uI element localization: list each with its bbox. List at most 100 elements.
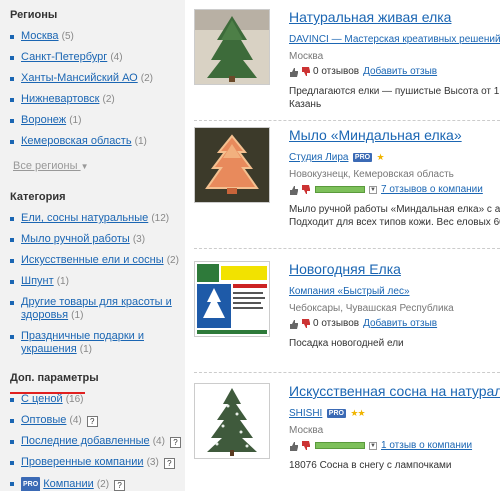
star-icon: ★★ xyxy=(350,408,365,418)
category-title: Категория xyxy=(10,191,66,203)
thumbs-down-icon[interactable] xyxy=(301,440,311,451)
listing-card: Натуральная живая елка DAVINCI — Мастерс… xyxy=(194,9,500,119)
thumbs-down-icon[interactable] xyxy=(301,66,311,77)
param-count: (3) xyxy=(146,457,159,468)
region-link[interactable]: Кемеровская область xyxy=(21,135,132,147)
region-item[interactable]: Нижневартовск (2) xyxy=(10,93,185,106)
thumbs-down-icon[interactable] xyxy=(301,184,311,195)
bullet-icon xyxy=(10,335,14,339)
param-item[interactable]: С ценой (16) xyxy=(10,393,185,406)
listing-title[interactable]: Натуральная живая елка xyxy=(289,9,500,26)
category-link[interactable]: Ели, сосны натуральные xyxy=(21,212,148,224)
star-icon: ★ xyxy=(376,152,385,162)
region-item[interactable]: Москва (5) xyxy=(10,30,185,43)
listing-thumbnail[interactable] xyxy=(194,383,270,459)
chevron-down-icon[interactable]: ▼ xyxy=(369,185,377,194)
region-item[interactable]: Санкт-Петербург (4) xyxy=(10,51,185,64)
region-link[interactable]: Воронеж xyxy=(21,114,66,126)
category-link[interactable]: Искусственные ели и сосны xyxy=(21,254,164,266)
params-list: С ценой (16) Оптовые (4) ? Последние доб… xyxy=(10,393,185,491)
description-line: Подходит для всех типов кожи. Вес еловых… xyxy=(289,217,500,228)
listing-title[interactable]: Мыло «Миндальная елка» xyxy=(289,127,500,144)
help-icon[interactable]: ? xyxy=(170,437,181,448)
category-item[interactable]: Ели, сосны натуральные (12) xyxy=(10,212,185,225)
param-link[interactable]: Компании xyxy=(43,478,94,490)
regions-title: Регионы xyxy=(10,9,58,21)
param-item[interactable]: PRO Компании (2) ? xyxy=(10,477,185,491)
company-link[interactable]: SHISHI xyxy=(289,408,322,419)
category-count: (1) xyxy=(56,276,69,287)
help-icon[interactable]: ? xyxy=(163,458,175,469)
region-item[interactable]: Воронеж (1) xyxy=(10,114,185,127)
category-item[interactable]: Шпунт (1) xyxy=(10,275,185,288)
reviews-link[interactable]: 7 отзывов о компании xyxy=(381,184,483,195)
chevron-down-icon[interactable]: ▼ xyxy=(369,441,377,450)
add-review-link[interactable]: Добавить отзыв xyxy=(363,318,437,329)
description-line: Посадка новогодней ели xyxy=(289,338,404,349)
listing-card: Новогодняя Елка Компания «Быстрый лес» Ч… xyxy=(194,261,500,366)
listing-description: Мыло ручной работы «Миндальная елка» с а… xyxy=(289,203,500,229)
listing-info: Натуральная живая елка DAVINCI — Мастерс… xyxy=(289,9,500,111)
param-link[interactable]: С ценой xyxy=(21,393,63,405)
region-link[interactable]: Ханты-Мансийский АО xyxy=(21,72,138,84)
listing-thumbnail[interactable] xyxy=(194,261,270,337)
category-count: (1) xyxy=(79,344,92,355)
thumbs-up-icon[interactable] xyxy=(289,67,299,77)
category-item[interactable]: Искусственные ели и сосны (2) xyxy=(10,254,185,267)
bullet-icon xyxy=(10,35,14,39)
category-item[interactable]: Другие товары для красоты и здоровья (1) xyxy=(10,296,175,322)
region-count: (5) xyxy=(61,31,74,42)
review-count: 0 отзывов xyxy=(313,66,360,77)
bullet-icon xyxy=(10,461,14,465)
listing-thumbnail[interactable] xyxy=(194,127,270,203)
param-link[interactable]: Проверенные компании xyxy=(21,456,144,468)
param-count: (2) xyxy=(96,479,110,490)
region-item[interactable]: Ханты-Мансийский АО (2) xyxy=(10,72,185,85)
param-link[interactable]: Оптовые xyxy=(21,414,66,426)
category-link[interactable]: Мыло ручной работы xyxy=(21,233,130,245)
param-item[interactable]: Оптовые (4) ? xyxy=(10,414,185,427)
listing-title[interactable]: Новогодняя Елка xyxy=(289,261,500,278)
thumbs-up-icon[interactable] xyxy=(289,185,299,195)
thumbs-up-icon[interactable] xyxy=(289,319,299,329)
region-link[interactable]: Санкт-Петербург xyxy=(21,51,107,63)
region-link[interactable]: Нижневартовск xyxy=(21,93,99,105)
param-link[interactable]: Последние добавленные xyxy=(21,435,150,447)
bullet-icon xyxy=(10,398,14,402)
listing-card: Мыло «Миндальная елка» Студия Лира PRO ★… xyxy=(194,127,500,247)
sidebar: Регионы Москва (5) Санкт-Петербург (4) Х… xyxy=(0,0,185,491)
listing-divider xyxy=(194,248,500,249)
listing-title[interactable]: Искусственная сосна на натурал xyxy=(289,383,500,400)
flyer-image xyxy=(195,262,269,336)
help-icon[interactable]: ? xyxy=(114,480,126,491)
region-count: (4) xyxy=(110,52,123,63)
company-link[interactable]: Студия Лира xyxy=(289,152,348,163)
listing-city: Новокузнецк, Кемеровская область xyxy=(289,169,454,180)
bullet-icon xyxy=(10,119,14,123)
all-regions-link[interactable]: Все регионы ▼ xyxy=(13,160,89,172)
reviews-link[interactable]: 1 отзыв о компании xyxy=(381,440,472,451)
add-review-link[interactable]: Добавить отзыв xyxy=(363,66,437,77)
bullet-icon xyxy=(10,440,14,444)
region-item[interactable]: Кемеровская область (1) xyxy=(10,135,185,148)
listing-divider xyxy=(194,372,500,373)
listing-thumbnail[interactable] xyxy=(194,9,270,85)
pro-badge: PRO xyxy=(21,477,41,491)
bullet-icon xyxy=(10,419,14,423)
company-link[interactable]: DAVINCI — Мастерская креативных решений xyxy=(289,34,500,45)
help-icon[interactable]: ? xyxy=(86,416,98,427)
category-item[interactable]: Праздничные подарки и украшения (1) xyxy=(10,330,160,356)
rating-bar xyxy=(315,186,365,193)
category-link[interactable]: Другие товары для красоты и здоровья xyxy=(21,296,172,321)
category-item[interactable]: Мыло ручной работы (3) xyxy=(10,233,185,246)
param-item[interactable]: Последние добавленные (4) ? xyxy=(10,435,185,448)
bullet-icon xyxy=(10,482,14,486)
category-link[interactable]: Шпунт xyxy=(21,275,54,287)
all-regions-label: Все регионы xyxy=(13,160,78,172)
region-link[interactable]: Москва xyxy=(21,30,59,42)
param-count: (4) xyxy=(69,415,82,426)
param-item[interactable]: Проверенные компании (3) ? xyxy=(10,456,185,469)
thumbs-down-icon[interactable] xyxy=(301,318,311,329)
thumbs-up-icon[interactable] xyxy=(289,441,299,451)
company-link[interactable]: Компания «Быстрый лес» xyxy=(289,286,410,297)
